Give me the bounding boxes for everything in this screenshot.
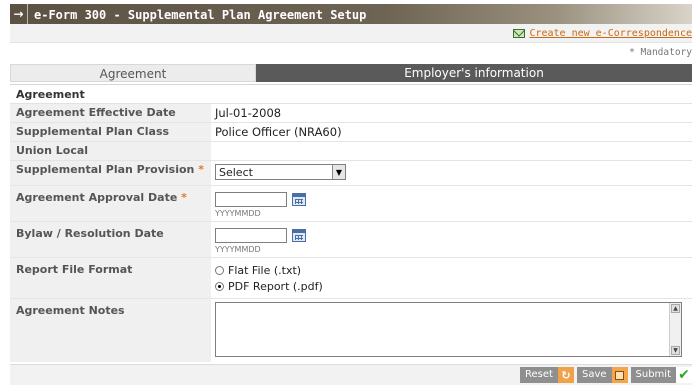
bylaw-date-label: Bylaw / Resolution Date — [10, 222, 211, 257]
arrow-right-icon: → — [10, 4, 28, 25]
notes-textarea[interactable]: ▲ ▼ — [215, 302, 682, 357]
create-correspondence-link[interactable]: Create new e-Correspondence — [529, 28, 692, 39]
approval-date-label: Agreement Approval Date * — [10, 186, 211, 221]
union-local-row: Union Local — [10, 142, 692, 161]
radio-label-pdf: PDF Report (.pdf) — [228, 279, 323, 293]
mandatory-text: * Mandatory — [629, 47, 692, 58]
scroll-up-icon[interactable]: ▲ — [671, 304, 680, 313]
mandatory-note: * Mandatory — [10, 44, 692, 62]
approval-date-hint: YYYYMMDD — [215, 209, 261, 218]
notes-value: ▲ ▼ — [211, 299, 692, 362]
tab-agreement[interactable]: Agreement — [10, 64, 256, 82]
save-label: Save — [576, 367, 612, 383]
required-marker: * — [198, 163, 204, 176]
approval-date-value: YYYYMMDD — [211, 186, 692, 221]
bylaw-date-value: YYYYMMDD — [211, 222, 692, 257]
union-local-value — [211, 142, 692, 160]
envelope-icon[interactable] — [513, 28, 526, 38]
refresh-icon: ↻ — [557, 367, 574, 383]
plan-provision-value: Select ▼ — [211, 161, 692, 185]
submit-button[interactable]: Submit ✔ — [630, 367, 692, 383]
title-bar: → e-Form 300 - Supplemental Plan Agreeme… — [10, 4, 692, 25]
report-format-options: Flat File (.txt) PDF Report (.pdf) — [211, 258, 692, 298]
notes-scrollbar[interactable]: ▲ ▼ — [669, 303, 681, 356]
plan-class-value: Police Officer (NRA60) — [215, 125, 342, 139]
action-bar: Reset ↻ Save Submit ✔ — [10, 364, 692, 385]
radio-label-flat-file: Flat File (.txt) — [228, 263, 302, 277]
section-title: Agreement — [10, 85, 692, 104]
agreement-form: Agreement Agreement Effective Date Jul-0… — [10, 84, 692, 362]
bylaw-date-hint: YYYYMMDD — [215, 245, 261, 254]
plan-provision-label: Supplemental Plan Provision * — [10, 161, 211, 185]
submit-label: Submit — [630, 367, 676, 383]
report-format-row: Report File Format Flat File (.txt) PDF … — [10, 258, 692, 299]
checkmark-icon: ✔ — [676, 367, 692, 383]
radio-option-flat-file[interactable]: Flat File (.txt) — [215, 262, 692, 278]
plan-class-label: Supplemental Plan Class — [10, 123, 211, 141]
reset-button[interactable]: Reset ↻ — [520, 367, 574, 383]
approval-date-control — [215, 192, 692, 207]
report-format-label: Report File Format — [10, 258, 211, 298]
effective-date-value: Jul-01-2008 — [215, 106, 282, 120]
tab-employer-information[interactable]: Employer's information — [256, 64, 692, 82]
chevron-down-icon[interactable]: ▼ — [332, 165, 345, 179]
radio-button-checked[interactable] — [215, 281, 224, 291]
approval-date-label-text: Agreement Approval Date — [16, 191, 178, 204]
bylaw-date-row: Bylaw / Resolution Date YYYYMMDD — [10, 222, 692, 258]
effective-date-row: Agreement Effective Date Jul-01-2008 — [10, 104, 692, 123]
plan-class-row: Supplemental Plan Class Police Officer (… — [10, 123, 692, 142]
notes-label: Agreement Notes — [10, 299, 211, 362]
required-marker: * — [181, 191, 187, 204]
tab-bar: Agreement Employer's information — [10, 64, 692, 82]
plan-provision-label-text: Supplemental Plan Provision — [16, 163, 195, 176]
plan-provision-selected: Select — [219, 165, 253, 179]
approval-date-row: Agreement Approval Date * YYYYMMDD — [10, 186, 692, 222]
union-local-label: Union Local — [10, 142, 211, 160]
reset-label: Reset — [520, 367, 558, 383]
effective-date-label: Agreement Effective Date — [10, 104, 211, 122]
approval-date-input[interactable] — [215, 192, 287, 207]
calendar-icon[interactable] — [292, 193, 306, 206]
notes-row: Agreement Notes ▲ ▼ — [10, 299, 692, 362]
save-button[interactable]: Save — [576, 367, 628, 383]
link-bar: Create new e-Correspondence — [10, 24, 692, 43]
calendar-icon[interactable] — [292, 229, 306, 242]
scroll-down-icon[interactable]: ▼ — [671, 346, 680, 355]
bylaw-date-input[interactable] — [215, 228, 287, 243]
radio-button[interactable] — [215, 265, 224, 275]
plan-provision-select[interactable]: Select ▼ — [215, 164, 346, 180]
bylaw-date-control — [215, 228, 692, 243]
save-icon — [611, 367, 628, 383]
plan-provision-row: Supplemental Plan Provision * Select ▼ — [10, 161, 692, 186]
page-title: e-Form 300 - Supplemental Plan Agreement… — [34, 7, 367, 22]
radio-option-pdf[interactable]: PDF Report (.pdf) — [215, 278, 692, 294]
